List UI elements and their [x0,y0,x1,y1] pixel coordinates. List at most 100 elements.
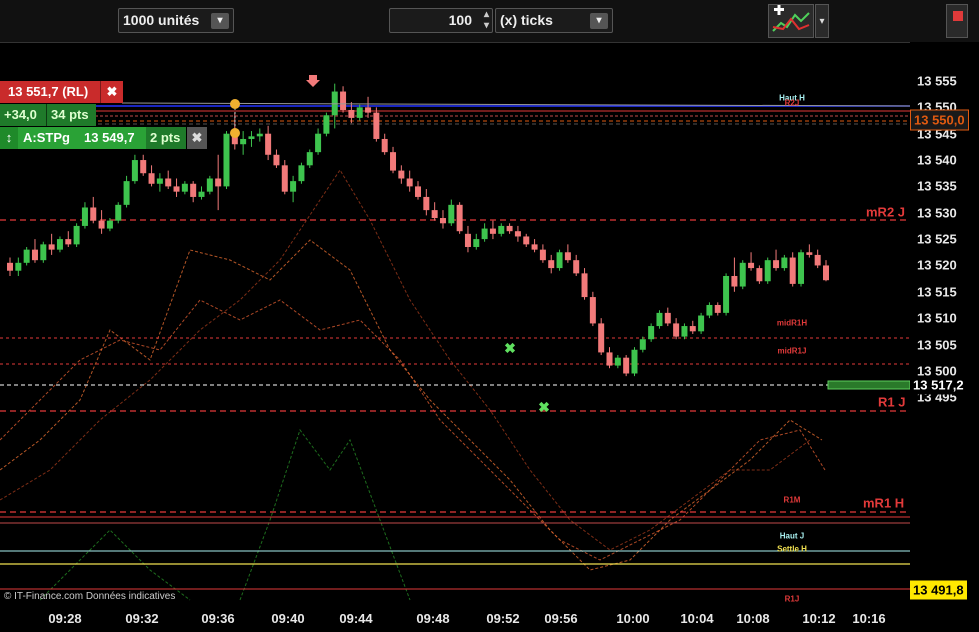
tools-menu-button[interactable]: ▾ [815,4,829,38]
candle-body [773,260,780,269]
candle-body [573,260,580,274]
candle-body [589,297,596,324]
candle-body [548,260,555,269]
candle-body [756,268,763,282]
candle-body [406,178,413,187]
stop-order-label[interactable]: A:STPg [18,127,80,149]
order-limit-cancel-icon[interactable]: ✖ [100,81,123,103]
stop-drag-icon[interactable]: ↕ [0,127,18,149]
indicator-curve-2 [0,239,823,571]
candle-body [190,183,197,197]
chevron-down-icon[interactable]: ▾ [590,13,608,29]
position-pnl-value: +34,0 [0,104,46,126]
time-tick-label: 09:44 [339,611,373,626]
candle-body [806,252,813,255]
candle-body [698,315,705,332]
candle-body [140,160,147,174]
stepper-down-icon[interactable]: ▾ [484,20,489,31]
candle-body [340,91,347,110]
candle-body [606,352,613,366]
entry-marker-1: ✖ [504,340,516,356]
price-tick-label: 13 555 [917,73,957,89]
time-tick-label: 09:48 [416,611,450,626]
chevron-down-icon[interactable]: ▾ [211,13,229,29]
time-tick-label: 10:00 [616,611,650,626]
candle-body [115,204,122,221]
stepper-up-icon[interactable]: ▴ [484,9,489,20]
candle-body [90,207,97,221]
candle-body [448,204,455,224]
quantity-select[interactable]: 1000 unités ▾ [118,8,234,33]
level-label-midr1j: midR1J [777,346,807,356]
candle-body [514,231,521,237]
candle-body [240,138,247,145]
level-label-r1m: R1M [783,495,801,505]
stop-order-cancel-icon[interactable]: ✖ [187,127,207,149]
candle-body [456,204,463,232]
price-tick-label: 13 540 [917,152,957,168]
candle-body [123,181,130,205]
ticks-unit-select[interactable]: (x) ticks ▾ [495,8,613,33]
last-price-bar [827,380,910,390]
candle-body [648,326,655,340]
candle-body [106,220,113,229]
candle-body [681,326,688,337]
candle-body [714,304,721,313]
candle-body [439,218,446,224]
price-tick-label: 13 530 [917,205,957,221]
time-tick-label: 10:16 [852,611,886,626]
order-handle-bottom [230,128,240,138]
candle-body [623,357,630,374]
price-tick-label: 13 525 [917,231,957,247]
close-icon [953,11,963,21]
candle-body [415,186,421,197]
candle-body [31,249,38,261]
level-label-mr1h: mR1 H [863,495,905,511]
time-tick-label: 10:12 [802,611,836,626]
candle-body [223,133,230,187]
candle-body [473,239,480,248]
chart-tools-icon[interactable] [768,4,814,38]
candle-body [506,225,513,232]
candle-body [290,181,297,192]
candle-body [148,173,155,184]
candle-body [206,178,213,192]
time-tick-label: 09:32 [125,611,159,626]
candle-body [390,152,397,171]
window-close-button[interactable] [946,4,968,38]
price-tick-label: 13 510 [917,310,957,326]
price-chart[interactable]: ✖✖ [0,42,910,602]
order-limit-label[interactable]: 13 551,7 (RL) [0,81,100,103]
chart-area[interactable]: ✖ ✖ [0,42,910,602]
candle-body [381,138,388,153]
candle-body [248,136,255,139]
candle-body [348,109,355,118]
level-label-haut-j: Haut J [779,531,805,541]
ticks-input[interactable]: 100 ▴ ▾ [389,8,493,33]
indicator-curve-5 [239,428,411,601]
candle-body [631,349,638,374]
position-pnl-points: 34 pts [46,104,96,126]
candle-body [739,262,746,287]
candle-body [356,107,363,118]
candle-body [48,244,55,250]
candle-body [706,304,713,316]
candle-body [723,275,730,313]
ticks-unit: (x) ticks [500,12,553,28]
candle-body [823,265,829,281]
price-tick-label: 13 515 [917,284,957,300]
candle-body [98,220,105,229]
candle-body [173,186,180,192]
price-tick-label: 13 535 [917,178,957,194]
candle-body [431,210,438,219]
candle-body [789,257,796,284]
price-tick-label: 13 505 [917,337,957,352]
candle-body [323,115,330,134]
candle-body [40,244,47,261]
candle-body [315,133,322,153]
candle-body [7,262,13,271]
price-tag-current: 13 517,2 [910,375,967,395]
stop-order-price: 13 549,7 [80,127,146,149]
candle-body [15,262,22,271]
candle-body [489,228,496,234]
